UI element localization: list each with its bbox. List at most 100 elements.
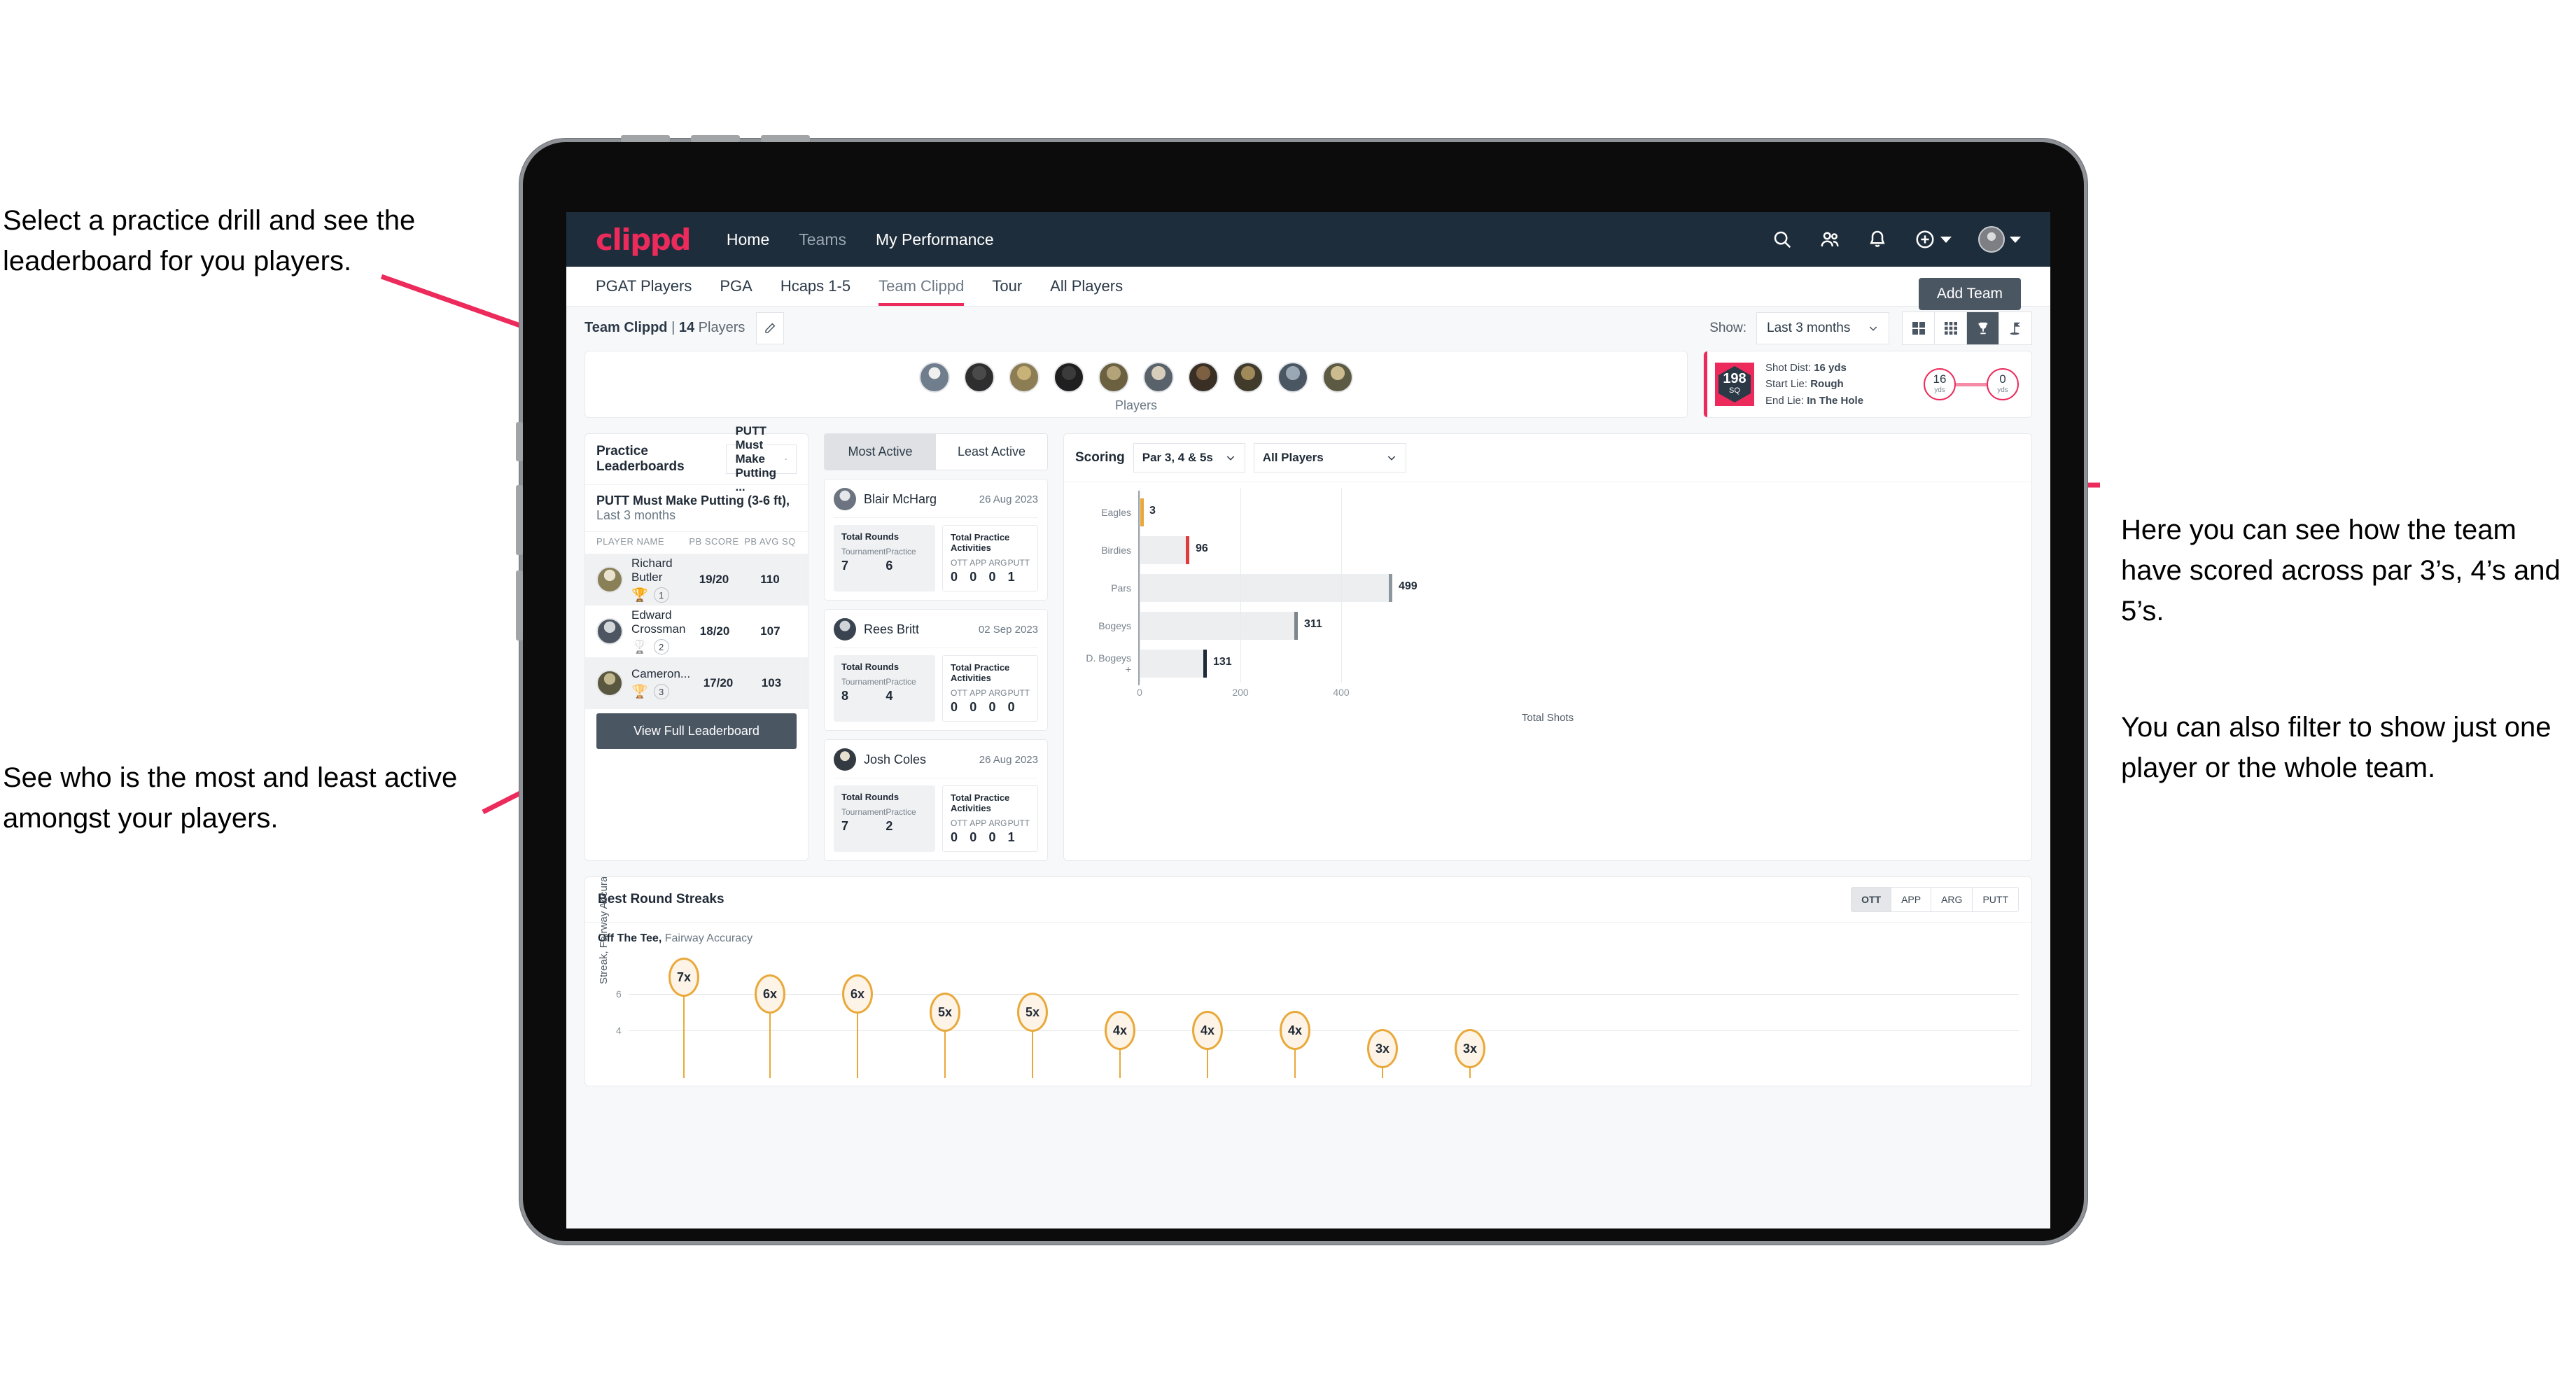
tab-tour[interactable]: Tour — [992, 267, 1022, 306]
nav-link-my-performance[interactable]: My Performance — [876, 230, 994, 249]
toggle-app[interactable]: APP — [1891, 888, 1932, 911]
table-row[interactable]: Cameron... 🏆 3 17/20 103 — [585, 657, 808, 709]
player-name: Blair McHarg — [864, 491, 937, 506]
activity-stats: Total Rounds Tournament 7 Practice 2 Total… — [834, 785, 1038, 852]
tab-all-players[interactable]: All Players — [1050, 267, 1123, 306]
player-avatar[interactable] — [919, 361, 950, 393]
annotation-practice-drill: Select a practice drill and see the lead… — [3, 205, 416, 276]
player-avatar[interactable] — [1188, 361, 1219, 393]
date-range-select[interactable]: Last 3 months — [1756, 312, 1889, 344]
x-tick: 400 — [1333, 687, 1350, 698]
table-row[interactable]: Richard Butler 🏆 1 19/20 110 — [585, 554, 808, 606]
streak-bubble[interactable]: 7x — [668, 958, 699, 997]
tab-team-clippd[interactable]: Team Clippd — [878, 267, 965, 306]
rounds-values: Tournament 7 Practice 2 — [841, 807, 927, 834]
clippd-logo[interactable]: clippd — [596, 223, 691, 257]
player-avatar[interactable] — [964, 361, 995, 393]
streak-bubble[interactable]: 6x — [755, 974, 785, 1014]
bar-row-pars: Pars 499 — [1078, 566, 2017, 610]
bell-icon[interactable] — [1867, 229, 1888, 250]
avatar — [596, 670, 623, 696]
avatar[interactable] — [1978, 226, 2005, 253]
col-pb-score: PB SCORE — [689, 536, 739, 547]
streak-bubble[interactable]: 3x — [1455, 1029, 1485, 1068]
people-icon[interactable] — [1819, 229, 1840, 250]
leaderboard-title: Practice Leaderboards — [596, 444, 685, 474]
nav-link-teams[interactable]: Teams — [799, 230, 846, 249]
bar-fill — [1140, 612, 1296, 640]
player-name: Richard Butler — [631, 556, 673, 584]
practice-label: Practice — [886, 677, 916, 687]
streak-bubble[interactable]: 5x — [1017, 993, 1048, 1032]
plus-circle-icon[interactable] — [1914, 229, 1935, 250]
par-filter-select[interactable]: Par 3, 4 & 5s — [1133, 443, 1245, 472]
player-avatar[interactable] — [1054, 361, 1084, 393]
grid-2x2-icon — [1912, 321, 1925, 335]
view-mode-grid-3x3[interactable] — [1935, 312, 1967, 344]
player-avatar[interactable] — [1143, 361, 1174, 393]
activity-header: Rees Britt 02 Sep 2023 — [834, 618, 1038, 648]
view-full-leaderboard-button[interactable]: View Full Leaderboard — [596, 713, 797, 749]
tab-pgat-players[interactable]: PGAT Players — [596, 267, 692, 306]
team-label: Team Clippd | 14 Players — [584, 320, 745, 336]
account-menu[interactable] — [1978, 226, 2021, 253]
tournament-stat: Tournament 8 — [841, 677, 886, 704]
streak-bubble[interactable]: 4x — [1280, 1011, 1310, 1050]
tab-hcaps-1-5[interactable]: Hcaps 1-5 — [780, 267, 850, 306]
view-mode-grid-2x2[interactable] — [1903, 312, 1935, 344]
grid-line — [629, 1030, 2019, 1031]
golf-flag-icon — [2010, 322, 2021, 335]
player-avatar[interactable] — [1233, 361, 1264, 393]
player-filter-select[interactable]: All Players — [1253, 443, 1406, 472]
add-team-button[interactable]: Add Team — [1918, 278, 2021, 310]
tab-least-active[interactable]: Least Active — [936, 434, 1047, 470]
drill-select[interactable]: PUTT Must Make Putting ... — [726, 424, 797, 493]
player-avatar[interactable] — [1098, 361, 1129, 393]
putt-value: 1 — [1007, 570, 1015, 584]
chevron-down-icon — [2010, 236, 2021, 243]
app-stat: APP 0 — [969, 558, 988, 584]
player-avatar[interactable] — [1009, 361, 1040, 393]
rank-number: 2 — [653, 639, 669, 654]
bar-cap — [1203, 650, 1207, 678]
tab-pga[interactable]: PGA — [720, 267, 752, 306]
streaks-chart: Streak, Fairway Accuracy 4 6 7x 6x 6x 5x… — [598, 877, 2019, 1078]
tab-most-active[interactable]: Most Active — [825, 434, 936, 470]
bar-track: 131 — [1138, 642, 2017, 685]
search-icon[interactable] — [1772, 229, 1793, 250]
tournament-label: Tournament — [841, 547, 886, 556]
arg-stat: ARG 0 — [988, 818, 1007, 845]
practice-label: Practice — [886, 807, 916, 817]
bar-label: Pars — [1111, 582, 1131, 594]
start-yds-value: 16 — [1933, 372, 1947, 386]
player-rank: 🏆 2 — [631, 639, 685, 654]
streak-bubble[interactable]: 6x — [842, 974, 873, 1014]
leaderboard-subtitle: PUTT Must Make Putting (3-6 ft), Last 3 … — [585, 484, 808, 531]
device-button-volume-up — [516, 485, 523, 555]
activity-stats: Total Rounds Tournament 8 Practice 4 Total… — [834, 655, 1038, 722]
trophy-icon: 🏆 — [631, 639, 648, 654]
list-item[interactable]: Rees Britt 02 Sep 2023 Total Rounds Tour… — [824, 609, 1048, 731]
putt-label: PUTT — [1007, 558, 1030, 568]
table-row[interactable]: Edward Crossman 🏆 2 18/20 107 — [585, 606, 808, 657]
view-mode-golf-flag[interactable] — [1999, 312, 2031, 344]
list-item[interactable]: Josh Coles 26 Aug 2023 Total Rounds Tour… — [824, 739, 1048, 861]
x-tick: 200 — [1232, 687, 1249, 698]
plus-circle-menu[interactable] — [1914, 229, 1952, 250]
streak-bubble[interactable]: 4x — [1105, 1011, 1135, 1050]
streak-bubble[interactable]: 5x — [930, 993, 960, 1032]
list-item[interactable]: Blair McHarg 26 Aug 2023 Total Rounds To… — [824, 479, 1048, 601]
player-avatar[interactable] — [1322, 361, 1353, 393]
bar-label: Birdies — [1101, 545, 1131, 556]
toggle-arg[interactable]: ARG — [1931, 888, 1973, 911]
player-avatar[interactable] — [1278, 361, 1308, 393]
end-yds-unit: yds — [1997, 386, 2008, 394]
toggle-ott[interactable]: OTT — [1851, 888, 1892, 911]
view-mode-trophy[interactable] — [1967, 312, 1999, 344]
edit-team-button[interactable] — [756, 312, 785, 344]
top-row: Players 198 SQ Shot Dist: 16 yds Start L… — [584, 351, 2032, 418]
toggle-putt[interactable]: PUTT — [1973, 888, 2018, 911]
streak-bubble[interactable]: 3x — [1367, 1029, 1398, 1068]
nav-link-home[interactable]: Home — [727, 230, 769, 249]
streak-bubble[interactable]: 4x — [1192, 1011, 1223, 1050]
